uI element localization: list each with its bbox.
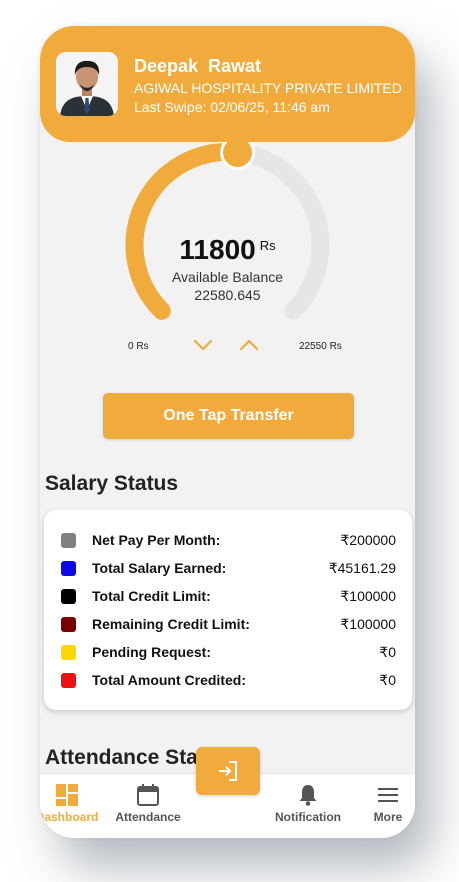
phone-screen: Deepak Rawat AGIWAL HOSPITALITY PRIVATE … — [40, 26, 415, 838]
salary-row: Net Pay Per Month: ₹200000 — [44, 530, 412, 552]
bell-icon — [299, 785, 317, 806]
salary-row-label: Total Salary Earned: — [92, 560, 227, 576]
nav-more-label: More — [373, 810, 403, 824]
nav-more[interactable]: More — [362, 774, 414, 838]
punch-in-button[interactable] — [196, 747, 260, 795]
nav-notification-label: Notification — [275, 810, 341, 824]
available-balance-label: Available Balance — [171, 269, 284, 285]
legend-swatch — [61, 589, 76, 604]
salary-row-label: Pending Request: — [92, 644, 212, 660]
salary-row-label: Total Amount Credited: — [92, 672, 246, 688]
salary-row: Total Amount Credited: ₹0 — [44, 670, 412, 692]
salary-row: Pending Request: ₹0 — [44, 642, 412, 664]
salary-status-title: Salary Status — [45, 472, 179, 495]
employee-name: Deepak Rawat — [134, 56, 262, 76]
last-swipe-text: Last Swipe: 02/06/25, 11:46 am — [134, 99, 330, 115]
salary-status-card: Net Pay Per Month: ₹200000 Total Salary Ea… — [44, 510, 412, 710]
calendar-icon — [137, 784, 159, 806]
one-tap-transfer-button[interactable]: One Tap Transfer — [103, 393, 354, 439]
salary-row-label: Remaining Credit Limit: — [92, 616, 250, 632]
salary-row: Remaining Credit Limit: ₹100000 — [44, 614, 412, 636]
salary-row-label: Total Credit Limit: — [92, 588, 211, 604]
login-icon — [219, 761, 237, 781]
nav-dashboard[interactable]: Dashboard — [40, 774, 112, 838]
available-balance-value: 22580.645 — [194, 287, 261, 303]
avatar[interactable] — [56, 52, 118, 116]
profile-header: Deepak Rawat AGIWAL HOSPITALITY PRIVATE … — [40, 26, 415, 142]
chevron-up-icon[interactable] — [237, 337, 261, 353]
gauge-max-label: 22550 Rs — [299, 341, 342, 352]
salary-row-label: Net Pay Per Month: — [92, 532, 221, 548]
legend-swatch — [61, 561, 76, 576]
salary-row-value: ₹100000 — [340, 588, 396, 604]
gauge-knob[interactable] — [220, 142, 256, 171]
legend-swatch — [61, 617, 76, 632]
balance-unit: Rs — [259, 238, 276, 253]
legend-swatch — [61, 673, 76, 688]
nav-notification[interactable]: Notification — [270, 774, 346, 838]
gauge-min-label: 0 Rs — [128, 341, 149, 352]
salary-row: Total Credit Limit: ₹100000 — [44, 586, 412, 608]
salary-row-value: ₹45161.29 — [328, 560, 396, 576]
salary-row-value: ₹0 — [379, 672, 396, 688]
nav-dashboard-label: Dashboard — [40, 810, 99, 824]
legend-swatch — [61, 533, 76, 548]
balance-display: 11800 Rs — [40, 234, 415, 266]
salary-row: Total Salary Earned: ₹45161.29 — [44, 558, 412, 580]
legend-swatch — [61, 645, 76, 660]
salary-row-value: ₹100000 — [340, 616, 396, 632]
nav-attendance-label: Attendance — [115, 810, 181, 824]
attendance-status-title: Attendance Sta — [45, 746, 198, 769]
salary-row-value: ₹200000 — [340, 532, 396, 548]
balance-value: 11800 — [179, 234, 256, 265]
nav-attendance[interactable]: Attendance — [110, 774, 186, 838]
dashboard-icon — [56, 784, 78, 806]
salary-row-value: ₹0 — [379, 644, 396, 660]
menu-icon — [378, 788, 398, 802]
chevron-down-icon[interactable] — [191, 337, 215, 353]
company-name: AGIWAL HOSPITALITY PRIVATE LIMITED — [134, 80, 402, 96]
